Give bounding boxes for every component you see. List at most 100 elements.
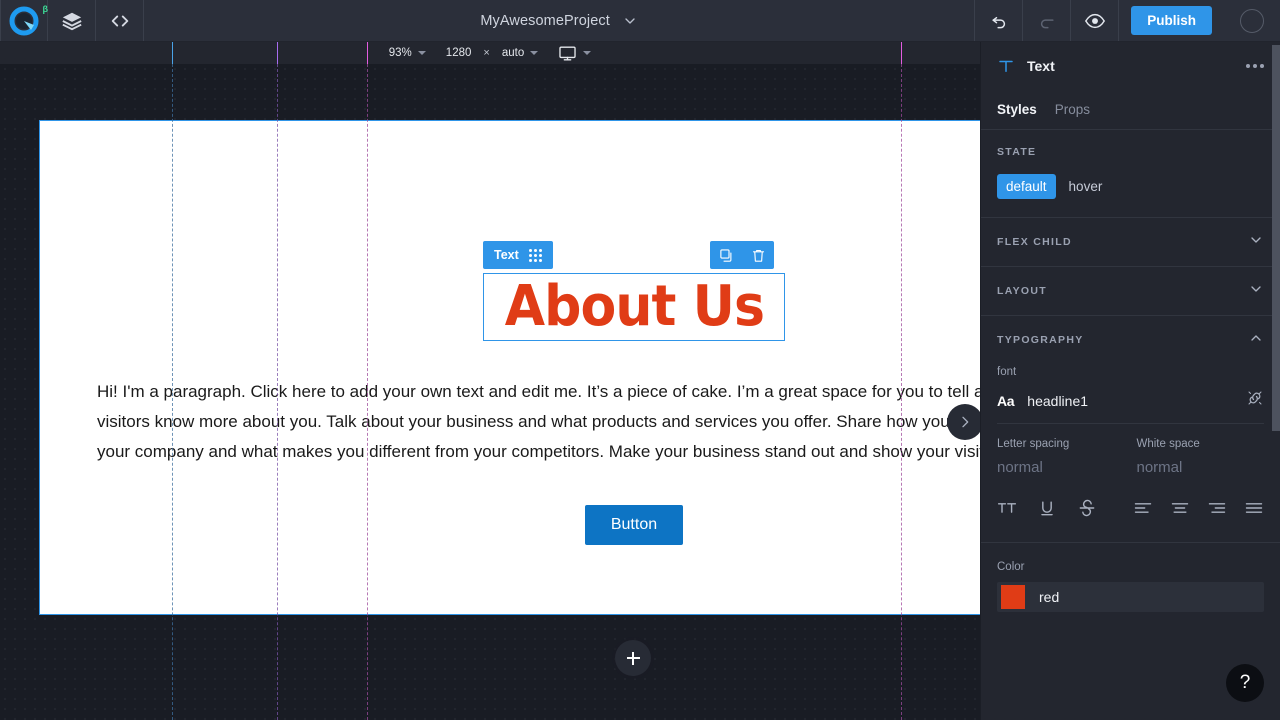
white-space-field[interactable]: White space normal [1137, 438, 1265, 476]
publish-button[interactable]: Publish [1131, 6, 1212, 35]
chevron-down-icon [1248, 281, 1264, 302]
selection-label-chip[interactable]: Text [483, 241, 553, 269]
font-label: font [997, 364, 1264, 378]
align-justify-icon[interactable] [1244, 498, 1264, 518]
publish-area: Publish [1118, 0, 1224, 41]
dimension-separator: × [481, 47, 491, 59]
color-value: red [1039, 589, 1059, 605]
zoom-level-select[interactable]: 93% [379, 47, 436, 59]
viewport-height-select[interactable]: auto [492, 47, 548, 59]
page-canvas[interactable]: Text [39, 120, 980, 615]
editor-logo-button[interactable]: β [0, 0, 48, 41]
selection-action-bar [710, 241, 774, 269]
guide-line-4 [901, 64, 902, 720]
more-options-icon[interactable] [1246, 64, 1264, 68]
layers-button[interactable] [48, 0, 96, 41]
section-layout-label: LAYOUT [997, 285, 1047, 297]
zoom-toolbar: 93% 1280 × auto [0, 42, 980, 64]
unlink-style-icon[interactable] [1246, 389, 1264, 412]
preview-button[interactable] [1070, 0, 1118, 41]
chevron-down-icon [622, 13, 638, 29]
typography-body: font Aa headline1 Letter spacing normal … [981, 364, 1280, 518]
guide-line-3 [367, 64, 368, 720]
undo-arrow-icon [989, 11, 1009, 31]
section-flex-child-label: FLEX CHILD [997, 236, 1072, 248]
inspector-title: Text [1027, 58, 1055, 74]
state-option-default[interactable]: default [997, 174, 1056, 199]
project-title-menu[interactable]: MyAwesomeProject [144, 0, 974, 41]
device-select[interactable] [548, 44, 601, 63]
section-typography[interactable]: TYPOGRAPHY [981, 315, 1280, 364]
inspector-scrollbar[interactable] [1272, 45, 1280, 431]
selected-heading-element[interactable]: About Us [483, 273, 785, 341]
project-name: MyAwesomeProject [480, 13, 609, 29]
desktop-monitor-icon [558, 44, 577, 63]
white-space-label: White space [1137, 438, 1265, 450]
help-button[interactable]: ? [1226, 664, 1264, 702]
font-select-row[interactable]: Aa headline1 [997, 378, 1264, 424]
eye-preview-icon [1084, 10, 1106, 32]
next-section-button[interactable] [947, 404, 980, 440]
white-space-value: normal [1137, 459, 1265, 476]
guide-marker-4 [901, 42, 902, 64]
state-options: default hover [997, 174, 1264, 199]
editor-logo-icon [9, 6, 39, 36]
zoom-level-value: 93% [389, 47, 412, 59]
tab-props[interactable]: Props [1055, 102, 1090, 117]
underline-icon[interactable] [1037, 498, 1057, 518]
viewport-height-value: auto [502, 47, 524, 59]
letter-spacing-value: normal [997, 459, 1125, 476]
color-swatch[interactable] [1001, 585, 1025, 609]
redo-button[interactable] [1022, 0, 1070, 41]
redo-arrow-icon [1037, 11, 1057, 31]
code-brackets-icon [109, 10, 131, 32]
color-label: Color [997, 561, 1264, 573]
text-decoration-toolbar [997, 498, 1264, 518]
letter-spacing-label: Letter spacing [997, 438, 1125, 450]
guide-marker-2 [277, 42, 278, 64]
chevron-down-icon [418, 51, 426, 55]
avatar [1240, 9, 1264, 33]
canvas-stage: Text [0, 42, 980, 720]
tab-styles[interactable]: Styles [997, 102, 1037, 117]
account-avatar-button[interactable] [1224, 0, 1280, 41]
trash-icon [751, 248, 766, 263]
font-aa-icon: Aa [997, 393, 1014, 409]
state-section-label: STATE [997, 146, 1264, 158]
page-title: About Us [504, 279, 763, 335]
selection-label-text: Text [494, 248, 519, 262]
undo-button[interactable] [974, 0, 1022, 41]
section-typography-label: TYPOGRAPHY [997, 334, 1084, 346]
code-button[interactable] [96, 0, 144, 41]
guide-line-2 [277, 64, 278, 720]
letter-spacing-field[interactable]: Letter spacing normal [997, 438, 1125, 476]
strikethrough-icon[interactable] [1077, 498, 1097, 518]
layers-icon [61, 10, 83, 32]
spacing-fields: Letter spacing normal White space normal [997, 424, 1264, 476]
viewport-width-field[interactable]: 1280 [436, 47, 482, 59]
delete-button[interactable] [742, 241, 774, 269]
color-section: Color red [981, 542, 1280, 612]
duplicate-icon [719, 248, 734, 263]
align-center-icon[interactable] [1170, 498, 1190, 518]
add-section-button[interactable] [615, 640, 651, 676]
font-value: headline1 [1027, 393, 1088, 409]
section-flex-child[interactable]: FLEX CHILD [981, 217, 1280, 266]
state-section: STATE default hover [981, 130, 1280, 199]
inspector-panel: Text Styles Props STATE default hover FL… [980, 42, 1280, 720]
guide-marker-1 [172, 42, 173, 64]
state-option-hover[interactable]: hover [1060, 174, 1112, 199]
text-T-icon [997, 57, 1015, 75]
color-picker-field[interactable]: red [997, 582, 1264, 612]
chevron-down-icon [530, 51, 538, 55]
align-left-icon[interactable] [1133, 498, 1153, 518]
chevron-down-icon [583, 51, 591, 55]
paragraph-text[interactable]: Hi! I'm a paragraph. Click here to add y… [97, 377, 980, 467]
align-right-icon[interactable] [1207, 498, 1227, 518]
drag-dots-icon[interactable] [529, 249, 542, 262]
duplicate-button[interactable] [710, 241, 742, 269]
guide-line-1 [172, 64, 173, 720]
text-transform-icon[interactable] [997, 498, 1017, 518]
section-layout[interactable]: LAYOUT [981, 266, 1280, 315]
cta-button[interactable]: Button [585, 505, 683, 545]
